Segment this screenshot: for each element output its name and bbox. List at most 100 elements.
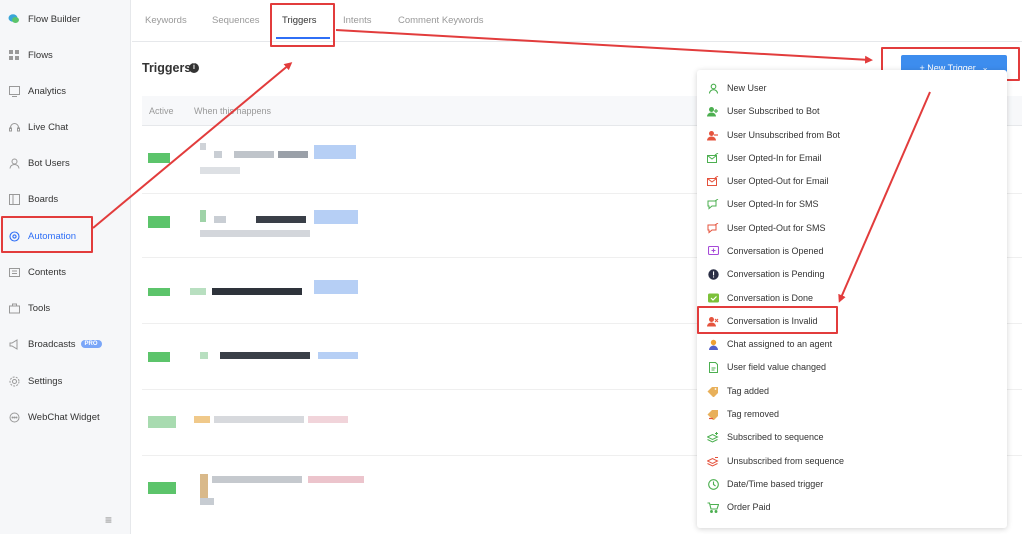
sidebar-item-flow-builder[interactable]: Flow Builder (0, 7, 131, 31)
trigger-option-label: User Opted-In for Email (727, 153, 822, 163)
blurred-text (214, 151, 222, 158)
sidebar-item-label: WebChat Widget (28, 411, 100, 423)
sidebar-item-webchat-widget[interactable]: WebChat Widget (0, 405, 131, 429)
blurred-text (190, 288, 206, 295)
user-plus-icon (707, 105, 719, 117)
trigger-option-conversation-done[interactable]: Conversation is Done (707, 288, 997, 308)
sidebar-item-boards[interactable]: Boards (0, 187, 131, 211)
info-icon[interactable]: i (189, 63, 199, 73)
sidebar-item-broadcasts[interactable]: Broadcasts PRO (0, 332, 131, 356)
blurred-text (200, 210, 206, 222)
automation-highlight (1, 216, 93, 253)
tag-plus-icon (707, 385, 719, 397)
sms-in-icon (707, 198, 719, 210)
email-in-icon (707, 152, 719, 164)
blurred-text (200, 143, 206, 150)
tab-bar: Keywords Sequences Triggers Intents Comm… (132, 0, 1022, 42)
blurred-text (200, 167, 240, 174)
cart-icon (707, 501, 719, 513)
tab-comment-keywords[interactable]: Comment Keywords (398, 15, 484, 26)
trigger-type-dropdown: New User User Subscribed to Bot User Uns… (697, 70, 1007, 528)
trigger-option-new-user[interactable]: New User (707, 78, 997, 98)
trigger-option-sms-opt-in[interactable]: User Opted-In for SMS (707, 194, 997, 214)
tab-keywords[interactable]: Keywords (145, 15, 187, 26)
trigger-option-user-field-changed[interactable]: User field value changed (707, 357, 997, 377)
user-minus-icon (707, 129, 719, 141)
trigger-option-label: Chat assigned to an agent (727, 339, 833, 349)
doc-edit-icon (707, 361, 719, 373)
trigger-option-label: User Subscribed to Bot (727, 106, 820, 116)
conversation-invalid-highlight (697, 306, 838, 334)
blurred-text (194, 416, 210, 423)
blurred-text (214, 416, 304, 423)
trigger-option-tag-removed[interactable]: Tag removed (707, 404, 997, 424)
active-toggle[interactable] (148, 482, 176, 494)
trigger-option-conversation-pending[interactable]: Conversation is Pending (707, 264, 997, 284)
agent-icon (707, 338, 719, 350)
blurred-text (200, 498, 214, 505)
trigger-option-chat-assigned[interactable]: Chat assigned to an agent (707, 334, 997, 354)
trigger-option-sms-opt-out[interactable]: User Opted-Out for SMS (707, 218, 997, 238)
active-toggle[interactable] (148, 288, 170, 296)
trigger-option-label: Unsubscribed from sequence (727, 456, 845, 466)
trigger-option-label: User Opted-Out for SMS (727, 223, 826, 233)
active-toggle[interactable] (148, 216, 170, 228)
trigger-option-email-opt-in[interactable]: User Opted-In for Email (707, 148, 997, 168)
pro-badge: PRO (80, 340, 102, 348)
tab-intents[interactable]: Intents (343, 15, 372, 26)
tab-sequences[interactable]: Sequences (212, 15, 260, 26)
sidebar-item-label: Flow Builder (28, 13, 81, 25)
user-icon (8, 157, 20, 169)
sidebar-item-analytics[interactable]: Analytics (0, 79, 131, 103)
trigger-option-label: Tag removed (727, 409, 780, 419)
blurred-text (212, 476, 302, 483)
trigger-option-label: New User (727, 83, 767, 93)
sidebar-item-tools[interactable]: Tools (0, 296, 131, 320)
trigger-option-user-subscribed[interactable]: User Subscribed to Bot (707, 101, 997, 121)
trigger-option-label: User field value changed (727, 362, 827, 372)
trigger-option-label: User Opted-In for SMS (727, 199, 819, 209)
trigger-option-email-opt-out[interactable]: User Opted-Out for Email (707, 171, 997, 191)
email-out-icon (707, 175, 719, 187)
sidebar-item-live-chat[interactable]: Live Chat (0, 115, 131, 139)
tools-icon (8, 302, 20, 314)
trigger-option-user-unsubscribed[interactable]: User Unsubscribed from Bot (707, 125, 997, 145)
blurred-text (214, 216, 226, 223)
blurred-text (278, 151, 308, 158)
trigger-option-conversation-opened[interactable]: Conversation is Opened (707, 241, 997, 261)
trigger-option-label: Tag added (727, 386, 770, 396)
trigger-option-unsubscribed-sequence[interactable]: Unsubscribed from sequence (707, 451, 997, 471)
menu-icon[interactable]: ≡ (105, 513, 112, 527)
sidebar-item-flows[interactable]: Flows (0, 43, 131, 67)
sidebar-item-contents[interactable]: Contents (0, 260, 131, 284)
trigger-option-label: User Opted-Out for Email (727, 176, 829, 186)
trigger-option-label: Order Paid (727, 502, 771, 512)
trigger-option-datetime[interactable]: Date/Time based trigger (707, 474, 997, 494)
headset-icon (8, 121, 20, 133)
clock-icon (707, 478, 719, 490)
chat-plus-icon (707, 245, 719, 257)
column-header-active: Active (149, 106, 174, 116)
trigger-option-subscribed-sequence[interactable]: Subscribed to sequence (707, 427, 997, 447)
blurred-text (308, 476, 364, 483)
blurred-text (318, 352, 358, 359)
contents-icon (8, 266, 20, 278)
blurred-text (234, 151, 274, 158)
active-toggle[interactable] (148, 153, 170, 163)
sidebar-item-label: Settings (28, 375, 63, 387)
trigger-option-tag-added[interactable]: Tag added (707, 381, 997, 401)
trigger-option-label: User Unsubscribed from Bot (727, 130, 841, 140)
sidebar-item-bot-users[interactable]: Bot Users (0, 151, 131, 175)
sidebar-item-label: Tools (28, 302, 51, 314)
sidebar-item-label: Boards (28, 193, 59, 205)
tag-minus-icon (707, 408, 719, 420)
active-toggle[interactable] (148, 416, 176, 428)
sms-out-icon (707, 222, 719, 234)
blurred-text (220, 352, 310, 359)
sidebar-item-settings[interactable]: Settings (0, 369, 131, 393)
active-toggle[interactable] (148, 352, 170, 362)
trigger-option-order-paid[interactable]: Order Paid (707, 497, 997, 517)
sidebar-item-label: Bot Users (28, 157, 70, 169)
blurred-text (200, 352, 208, 359)
user-outline-icon (707, 82, 719, 94)
